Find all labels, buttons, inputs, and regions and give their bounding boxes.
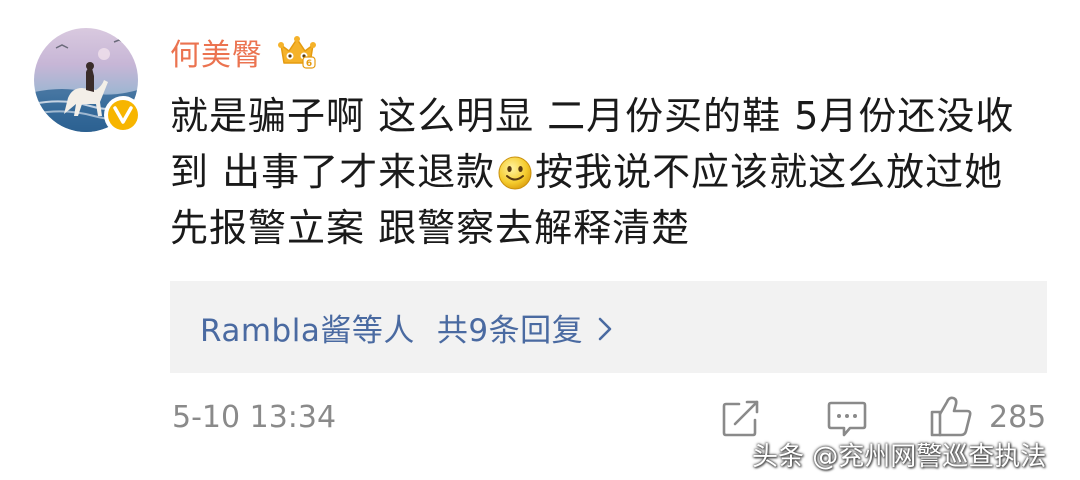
verified-v-icon [108,100,138,130]
verified-badge [104,96,142,134]
comment-line-2-after: 按我说不应该就这么放过她 [535,150,1004,194]
first-replier-name[interactable]: Rambla酱等人 [200,305,415,350]
avatar-container[interactable] [34,28,142,134]
comment-timestamp: 5-10 13:34 [172,400,337,435]
smile-icon [497,150,533,190]
svg-text:6: 6 [306,59,312,69]
crown-level-icon: 6 [277,35,317,69]
comment-line-1: 就是骗子啊 这么明显 二月份买的鞋 5月份还没收 [170,94,1015,138]
comment-body: 就是骗子啊 这么明显 二月份买的鞋 5月份还没收 到 出事了才来退款 按我说不应… [170,88,1050,256]
like-count: 285 [989,400,1047,435]
replies-panel[interactable]: Rambla酱等人 共9条回复 [170,281,1047,373]
view-replies-link[interactable]: Rambla酱等人 共9条回复 [200,305,613,350]
comment-line-2-before: 到 出事了才来退款 [170,150,496,194]
username[interactable]: 何美臀 [170,30,263,74]
chevron-right-icon [597,314,613,341]
reply-count-label[interactable]: 共9条回复 [437,305,583,350]
comment-card: 何美臀 6 就是骗子啊 这么明显 二月份买的鞋 5月份还没收 到 出事了才来退款 [0,0,1080,480]
comment-line-3: 先报警立案 跟警察去解释清楚 [170,206,691,250]
watermark: 头条 @兖州网警巡查执法 [752,442,1047,472]
username-row: 何美臀 6 [170,30,317,74]
like-icon[interactable] [928,394,974,442]
comment-line-2: 到 出事了才来退款 按我说不应该就这么放过她 [170,144,1050,200]
